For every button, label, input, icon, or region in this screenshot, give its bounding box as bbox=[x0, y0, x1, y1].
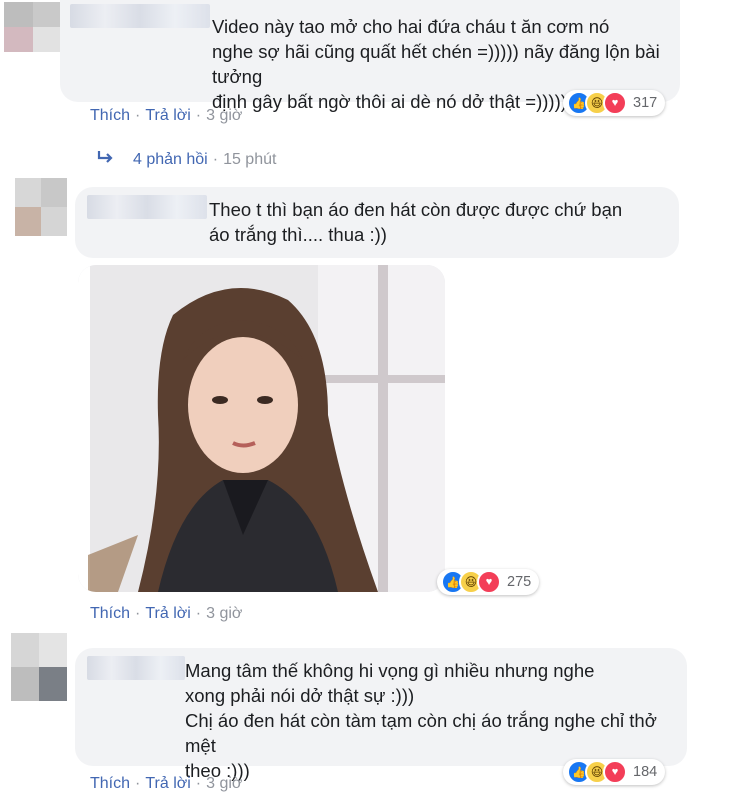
commenter-name-blurred[interactable] bbox=[87, 195, 207, 219]
comment-bubble: Theo t thì bạn áo đen hát còn được được … bbox=[75, 187, 679, 258]
comment-bubble: Mang tâm thế không hi vọng gì nhiều nhưn… bbox=[75, 648, 687, 781]
love-icon: ♥ bbox=[477, 570, 501, 594]
reply-link[interactable]: Trả lời bbox=[145, 775, 190, 792]
timestamp[interactable]: 3 giờ bbox=[206, 107, 242, 124]
replies-count[interactable]: 4 phản hồi bbox=[133, 151, 208, 168]
replies-timestamp: 15 phút bbox=[223, 151, 277, 168]
reply-link[interactable]: Trả lời bbox=[145, 107, 190, 124]
like-link[interactable]: Thích bbox=[90, 107, 130, 124]
reply-arrow-icon bbox=[97, 150, 117, 169]
comment-bubble: Video này tao mở cho hai đứa cháu t ăn c… bbox=[60, 0, 680, 112]
comment-actions: Thích · Trả lời · 3 giờ bbox=[90, 107, 242, 125]
love-icon: ♥ bbox=[603, 91, 627, 115]
avatar[interactable] bbox=[4, 2, 62, 52]
timestamp[interactable]: 3 giờ bbox=[206, 775, 242, 792]
comment-text: Theo t thì bạn áo đen hát còn được được … bbox=[209, 199, 623, 245]
reaction-summary[interactable]: 👍 😆 ♥ 317 bbox=[563, 90, 666, 116]
love-icon: ♥ bbox=[603, 760, 627, 784]
separator: · bbox=[135, 605, 141, 622]
separator: · bbox=[212, 151, 219, 168]
photo-image bbox=[78, 265, 445, 592]
avatar[interactable] bbox=[15, 178, 67, 236]
reply-link[interactable]: Trả lời bbox=[145, 605, 190, 622]
commenter-name-blurred[interactable] bbox=[70, 4, 210, 28]
reaction-count: 275 bbox=[507, 574, 532, 590]
commenter-name-blurred[interactable] bbox=[87, 656, 185, 680]
reaction-count: 317 bbox=[633, 95, 658, 111]
comment-actions: Thích · Trả lời · 3 giờ bbox=[90, 605, 242, 623]
separator: · bbox=[195, 605, 202, 622]
timestamp[interactable]: 3 giờ bbox=[206, 605, 242, 622]
comment-photo[interactable] bbox=[78, 265, 445, 592]
separator: · bbox=[135, 107, 141, 124]
separator: · bbox=[135, 775, 141, 792]
separator: · bbox=[195, 107, 202, 124]
view-replies-link[interactable]: 4 phản hồi · 15 phút bbox=[97, 150, 276, 169]
like-link[interactable]: Thích bbox=[90, 605, 130, 622]
reaction-summary[interactable]: 👍 😆 ♥ 184 bbox=[563, 759, 666, 785]
comment-actions: Thích · Trả lời · 3 giờ bbox=[90, 775, 242, 793]
like-link[interactable]: Thích bbox=[90, 775, 130, 792]
avatar[interactable] bbox=[11, 633, 67, 701]
reaction-count: 184 bbox=[633, 764, 658, 780]
separator: · bbox=[195, 775, 202, 792]
reaction-summary[interactable]: 👍 😆 ♥ 275 bbox=[437, 569, 540, 595]
